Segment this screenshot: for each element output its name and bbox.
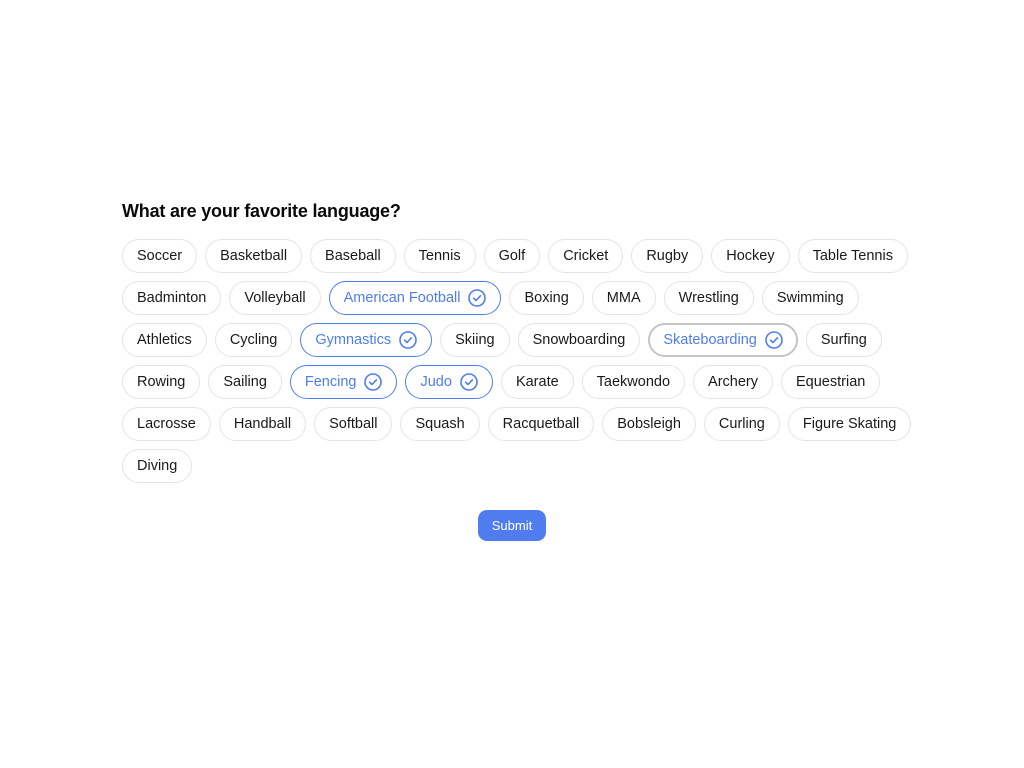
option-label: Racquetball: [502, 416, 580, 432]
option-chip-snowboarding[interactable]: Snowboarding: [517, 323, 641, 357]
option-label: Bobsleigh: [617, 416, 681, 432]
check-circle-icon: [460, 373, 478, 391]
option-label: Boxing: [524, 290, 569, 306]
option-label: Tennis: [418, 248, 461, 264]
option-label: Wrestling: [678, 290, 739, 306]
option-chip-archery[interactable]: Archery: [693, 365, 773, 399]
option-label: Karate: [515, 374, 559, 390]
option-chip-cycling[interactable]: Cycling: [214, 323, 293, 357]
option-label: Diving: [137, 458, 178, 474]
submit-container: Submit: [0, 510, 1024, 541]
option-chip-american-football[interactable]: American Football: [328, 281, 502, 315]
option-chip-softball[interactable]: Softball: [314, 407, 393, 441]
option-chip-baseball[interactable]: Baseball: [310, 239, 396, 273]
option-label: Table Tennis: [812, 248, 893, 264]
option-chip-mma[interactable]: MMA: [591, 281, 656, 315]
option-chip-racquetball[interactable]: Racquetball: [487, 407, 595, 441]
option-label: Judo: [420, 374, 452, 390]
option-chip-basketball[interactable]: Basketball: [205, 239, 303, 273]
option-chip-golf[interactable]: Golf: [483, 239, 541, 273]
option-label: Sailing: [223, 374, 267, 390]
option-chip-tennis[interactable]: Tennis: [403, 239, 476, 273]
option-chip-diving[interactable]: Diving: [122, 449, 193, 483]
option-chip-cricket[interactable]: Cricket: [548, 239, 624, 273]
option-label: Cycling: [229, 332, 278, 348]
option-label: Lacrosse: [137, 416, 196, 432]
option-chip-rugby[interactable]: Rugby: [631, 239, 704, 273]
option-label: Figure Skating: [802, 416, 897, 432]
option-chip-soccer[interactable]: Soccer: [122, 239, 198, 273]
option-label: Softball: [329, 416, 378, 432]
option-label: Taekwondo: [596, 374, 671, 390]
option-chip-lacrosse[interactable]: Lacrosse: [122, 407, 211, 441]
check-circle-icon: [468, 289, 487, 307]
check-circle-icon: [364, 373, 383, 391]
submit-button[interactable]: Submit: [477, 510, 547, 541]
option-label: Gymnastics: [315, 332, 392, 348]
option-chip-wrestling[interactable]: Wrestling: [663, 281, 754, 315]
option-chip-fencing[interactable]: Fencing: [289, 365, 398, 399]
option-label: MMA: [606, 290, 641, 306]
option-chip-gymnastics[interactable]: Gymnastics: [300, 323, 433, 357]
option-chip-table-tennis[interactable]: Table Tennis: [797, 239, 908, 273]
option-chip-judo[interactable]: Judo: [405, 365, 493, 399]
option-chip-swimming[interactable]: Swimming: [761, 281, 859, 315]
option-label: American Football: [343, 290, 461, 306]
option-chip-equestrian[interactable]: Equestrian: [781, 365, 881, 399]
option-chip-curling[interactable]: Curling: [703, 407, 780, 441]
option-label: Snowboarding: [532, 332, 626, 348]
option-label: Cricket: [563, 248, 609, 264]
option-chip-sailing[interactable]: Sailing: [208, 365, 282, 399]
option-chip-taekwondo[interactable]: Taekwondo: [581, 365, 686, 399]
option-label: Archery: [708, 374, 758, 390]
favorites-form: What are your favorite language? Soccer B…: [122, 200, 912, 483]
option-label: Surfing: [820, 332, 867, 348]
option-chip-figure-skating[interactable]: Figure Skating: [787, 407, 912, 441]
option-chip-volleyball[interactable]: Volleyball: [229, 281, 321, 315]
option-label: Squash: [415, 416, 465, 432]
option-label: Skateboarding: [663, 332, 757, 348]
option-label: Rugby: [646, 248, 689, 264]
option-label: Equestrian: [796, 374, 866, 390]
option-chip-boxing[interactable]: Boxing: [509, 281, 584, 315]
option-chip-group: Soccer Basketball Baseball Tennis Golf Cricke…: [122, 239, 912, 483]
option-chip-badminton[interactable]: Badminton: [122, 281, 222, 315]
option-chip-squash[interactable]: Squash: [400, 407, 480, 441]
option-label: Volleyball: [244, 290, 306, 306]
question-heading: What are your favorite language?: [122, 201, 401, 221]
option-label: Swimming: [776, 290, 844, 306]
option-label: Hockey: [726, 248, 775, 264]
option-chip-karate[interactable]: Karate: [500, 365, 574, 399]
option-chip-handball[interactable]: Handball: [218, 407, 307, 441]
option-label: Golf: [498, 248, 526, 264]
option-label: Skiing: [455, 332, 495, 348]
option-label: Badminton: [137, 290, 207, 306]
option-label: Basketball: [220, 248, 288, 264]
option-chip-skiing[interactable]: Skiing: [440, 323, 510, 357]
option-chip-skateboarding[interactable]: Skateboarding: [648, 323, 798, 357]
option-chip-bobsleigh[interactable]: Bobsleigh: [602, 407, 696, 441]
option-chip-hockey[interactable]: Hockey: [711, 239, 790, 273]
option-label: Handball: [233, 416, 292, 432]
option-label: Soccer: [137, 248, 183, 264]
option-label: Fencing: [304, 374, 357, 390]
option-label: Athletics: [137, 332, 192, 348]
check-circle-icon: [399, 331, 417, 349]
check-circle-icon: [765, 331, 783, 349]
option-chip-rowing[interactable]: Rowing: [122, 365, 201, 399]
option-label: Curling: [718, 416, 765, 432]
option-label: Rowing: [137, 374, 186, 390]
option-chip-surfing[interactable]: Surfing: [805, 323, 882, 357]
option-chip-athletics[interactable]: Athletics: [122, 323, 207, 357]
option-label: Baseball: [325, 248, 381, 264]
